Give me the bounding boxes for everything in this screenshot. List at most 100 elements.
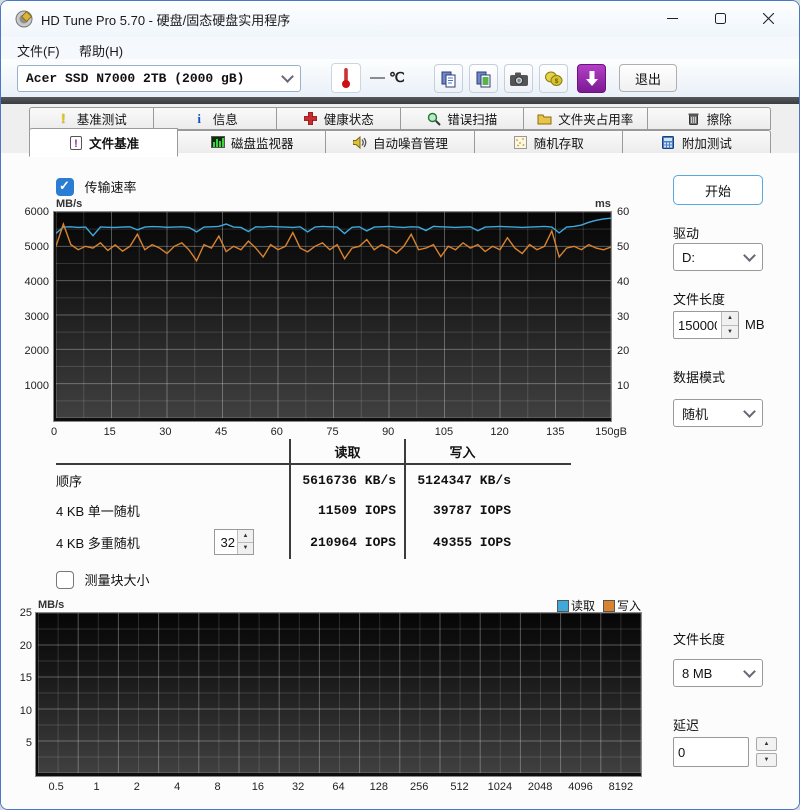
tab-extra-tests[interactable]: 附加测试 [622,130,772,154]
axis-tick-label: 30 [159,426,172,438]
temperature-button[interactable] [331,63,361,93]
file-length2-label: 文件长度 [673,632,726,647]
queue-depth-spinner[interactable]: ▲▼ [214,529,254,555]
spin-down-button[interactable]: ▼ [238,541,253,554]
tab-row-2: ! 文件基准 磁盘监视器 自动噪音管理 随机存取 附加测试 [29,128,772,157]
drive-label: 驱动 [673,226,700,241]
health-cross-icon [303,111,318,126]
axis-tick-label: 30 [617,310,630,323]
data-mode-select[interactable]: 随机 [673,399,763,427]
block-size-toggle[interactable]: 测量块大小 [56,570,149,589]
axis-tick-label: 60 [617,206,630,218]
tab-error-scan[interactable]: 错误扫描 [400,107,524,130]
tab-random-access[interactable]: 随机存取 [474,130,623,154]
transfer-rate-checkbox[interactable] [56,177,74,196]
minimize-button[interactable] [649,1,695,36]
axis-tick-label: 2000 [24,345,49,358]
toolbar-separator [1,97,799,104]
close-button[interactable] [745,1,791,36]
tab-noise-management[interactable]: 自动噪音管理 [326,130,475,154]
random-access-icon [513,135,528,150]
tab-file-benchmark[interactable]: ! 文件基准 [29,128,179,157]
axis-tick-label: 1000 [24,380,49,393]
spin-up-button[interactable]: ▲ [238,530,253,542]
axis-tick-label: 40 [617,275,630,288]
start-button[interactable]: 开始 [673,175,763,205]
tab-benchmark[interactable]: ! 基准测试 [29,107,154,130]
coins-icon: $ [544,71,562,86]
results-table: 读取 写入 顺序 5616736 KB/s 5124347 KB/s 4 KB … [56,439,571,559]
menu-item-help[interactable]: 帮助(H) [75,40,127,61]
screenshot-button[interactable] [504,64,533,93]
row-label: 顺序 [56,473,83,489]
file-length-input[interactable] [674,312,721,338]
title-bar: HD Tune Pro 5.70 - 硬盘/固态硬盘实用程序 [1,1,799,37]
drive-model-select[interactable]: Acer SSD N7000 2TB (2000 gB) [17,65,301,92]
delay-field[interactable] [673,737,749,767]
tab-info[interactable]: i 信息 [153,107,277,130]
copy-image-icon [476,71,490,87]
file-benchmark-icon: ! [68,135,83,150]
copy-text-button[interactable] [434,64,463,93]
spin-down-button[interactable]: ▼ [756,753,777,767]
tab-folder-usage[interactable]: 文件夹占用率 [524,107,648,130]
tab-health[interactable]: 健康状态 [277,107,401,130]
tab-erase[interactable]: 擦除 [647,107,771,130]
menu-item-file[interactable]: 文件(F) [13,40,64,61]
axis-tick-label: 15 [19,672,32,685]
drive-select-value: D: [682,249,695,265]
axis-tick-label: 2048 [527,781,553,793]
drive-select[interactable]: D: [673,243,763,271]
sequential-write-value: 5124347 KB/s [404,465,519,495]
toolbar: Acer SSD N7000 2TB (2000 gB) — ℃ $ 退出 [1,59,799,97]
maximize-icon [714,13,726,24]
file-length-spinner[interactable]: ▲▼ [673,311,739,339]
axis-tick-label: 105 [434,426,454,438]
copy-image-button[interactable] [469,64,498,93]
write-column-header: 写入 [404,439,519,463]
table-row-4k-single: 4 KB 单一随机 11509 IOPS 39787 IOPS [56,495,571,525]
axis-tick-label: 8 [214,781,221,793]
tab-disk-monitor[interactable]: 磁盘监视器 [178,130,327,154]
disk-monitor-icon [210,135,225,150]
block-chart-canvas [38,613,641,773]
spin-down-button[interactable]: ▼ [722,324,738,338]
exit-button[interactable]: 退出 [619,64,677,92]
tab-row-1: ! 基准测试 i 信息 健康状态 错误扫描 文件夹占用率 擦除 [29,107,771,130]
transfer-chart [53,211,612,422]
axis-tick-label: 4000 [24,275,49,288]
chevron-down-icon [743,248,756,262]
queue-depth-input[interactable] [215,530,237,554]
file-length2-select[interactable]: 8 MB [673,659,763,687]
trash-icon [686,111,701,126]
table-row-sequential: 顺序 5616736 KB/s 5124347 KB/s [56,465,571,495]
speaker-icon [352,135,367,150]
folder-icon [537,111,552,126]
axis-tick-label: 135 [546,426,565,438]
spin-up-button[interactable]: ▲ [722,312,738,325]
axis-tick-label: 8192 [608,781,634,793]
close-icon [762,13,774,24]
transfer-chart-x-axis: 0 15 30 45 60 75 90 105 120 135 150gB [51,426,627,440]
axis-tick-label: 5000 [24,240,49,253]
minimize-icon [666,18,678,19]
axis-tick-label: 5 [25,737,32,750]
legend-read: 读取 [556,597,595,614]
maximize-button[interactable] [697,1,743,36]
axis-tick-label: 15 [103,426,116,438]
axis-tick-label: 256 [409,781,429,793]
block-chart-y-axis: 25 20 15 10 5 [5,607,32,776]
axis-tick-label: 20 [617,345,630,358]
axis-tick-label: 0.5 [48,781,64,793]
spin-up-button[interactable]: ▲ [756,737,777,751]
donate-button[interactable]: $ [539,64,568,93]
axis-tick-label: 32 [292,781,305,793]
block-size-checkbox[interactable] [56,570,74,589]
transfer-rate-toggle[interactable]: 传输速率 [56,177,136,196]
data-mode-value: 随机 [682,406,709,422]
download-button[interactable] [577,64,606,93]
info-icon: i [197,111,202,126]
axis-tick-label: 20 [19,639,32,652]
delay-input[interactable] [674,738,748,766]
svg-text:!: ! [74,138,78,150]
